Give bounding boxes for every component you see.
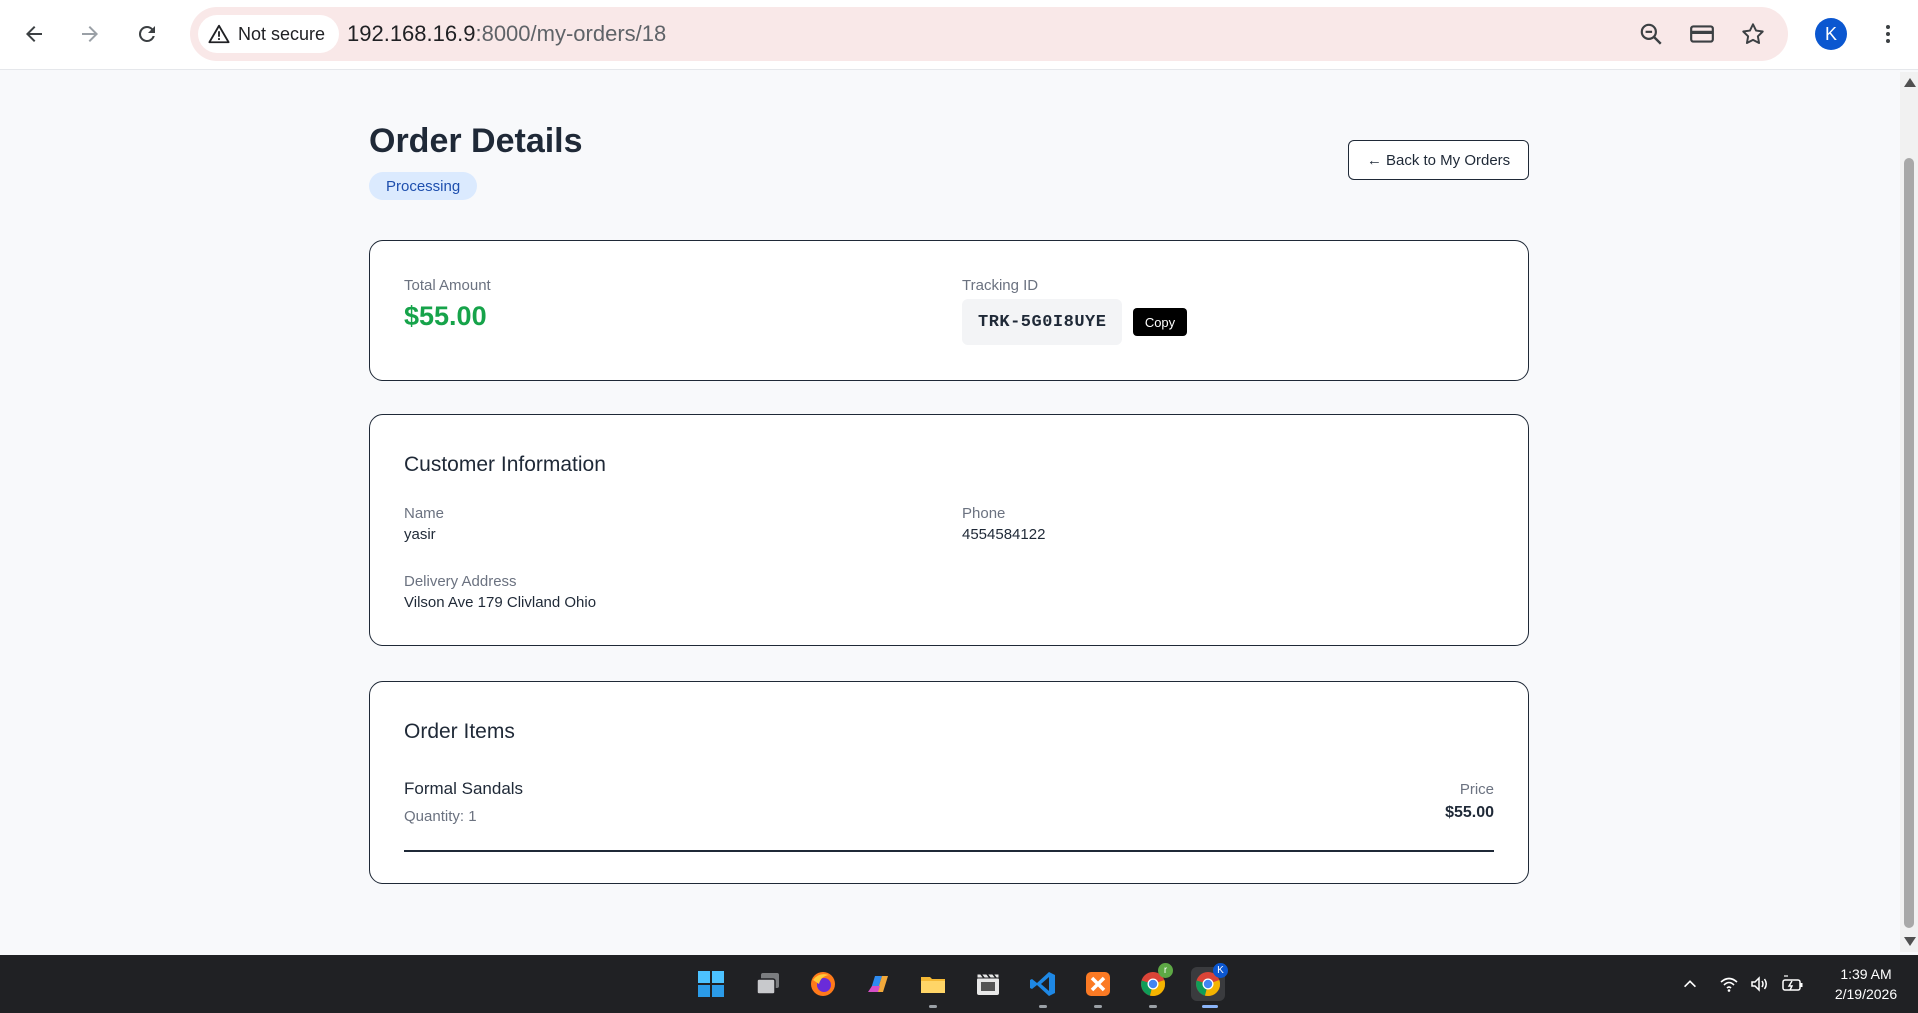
wifi-button[interactable] <box>1719 955 1739 1013</box>
payment-button[interactable] <box>1688 20 1716 48</box>
browser-menu-button[interactable] <box>1872 18 1904 50</box>
page-title: Order Details <box>369 122 583 160</box>
profile-avatar[interactable]: K <box>1815 18 1847 50</box>
battery-button[interactable] <box>1781 955 1805 1013</box>
url-text[interactable]: 192.168.16.9:8000/my-orders/18 <box>347 21 666 47</box>
back-nav-button[interactable] <box>14 14 54 54</box>
scroll-up-arrow-icon[interactable] <box>1904 78 1916 87</box>
forward-nav-button[interactable] <box>70 14 110 54</box>
arrow-right-icon <box>82 26 98 42</box>
xampp-icon[interactable] <box>1081 967 1115 1001</box>
star-icon <box>1742 23 1764 44</box>
customer-section-title: Customer Information <box>404 453 606 476</box>
item-price-value: $55.00 <box>1445 804 1494 821</box>
running-indicator <box>929 1005 937 1008</box>
delivery-address-value: Vilson Ave 179 Clivland Ohio <box>404 594 597 611</box>
video-editor-icon[interactable] <box>971 967 1005 1001</box>
tracking-id-value: TRK-5G0I8UYE <box>962 299 1123 345</box>
clock-time: 1:39 AM <box>1840 966 1892 982</box>
order-items-card: Order Items Formal Sandals Quantity: 1 P… <box>369 681 1529 884</box>
items-section-title: Order Items <box>404 720 515 743</box>
magnifier-icon <box>1640 23 1662 45</box>
chrome-active-icon[interactable]: K <box>1191 963 1228 1001</box>
delivery-address-label: Delivery Address <box>404 573 517 590</box>
chrome-icon[interactable]: r <box>1136 963 1173 1001</box>
item-price-label: Price <box>1459 781 1494 798</box>
clock-date: 2/19/2026 <box>1834 986 1898 1002</box>
firefox-icon[interactable] <box>806 967 840 1001</box>
volume-button[interactable] <box>1749 955 1769 1013</box>
customer-name-label: Name <box>404 505 445 522</box>
address-bar[interactable]: Not secure 192.168.16.9:8000/my-orders/1… <box>190 7 1788 61</box>
reload-button[interactable] <box>127 14 167 54</box>
status-badge: Processing <box>369 172 478 200</box>
order-summary-card: Total Amount $55.00 Tracking ID TRK-5G0I… <box>369 240 1529 381</box>
system-clock[interactable]: 1:39 AM 2/19/2026 <box>1825 964 1907 1004</box>
taskbar: r K 1:39 AM 2/19/2026 <box>0 955 1918 1013</box>
back-to-orders-button[interactable]: ← Back to My Orders <box>1348 140 1529 180</box>
chevron-up-icon <box>1684 980 1696 988</box>
reload-icon <box>138 25 155 42</box>
arrow-left-icon <box>26 26 42 42</box>
copilot-icon[interactable] <box>861 967 895 1001</box>
battery-charging-icon <box>1782 975 1803 991</box>
tray-overflow-button[interactable] <box>1681 955 1699 1013</box>
url-path: :8000/my-orders/18 <box>475 21 667 46</box>
customer-phone-label: Phone <box>962 505 1006 522</box>
page-scrollbar[interactable] <box>1900 72 1918 952</box>
running-indicator <box>1149 1005 1157 1008</box>
bookmark-button[interactable] <box>1739 20 1767 48</box>
more-vertical-icon <box>1886 25 1890 43</box>
scroll-down-arrow-icon[interactable] <box>1904 937 1916 946</box>
chrome-profile-badge: r <box>1158 963 1173 978</box>
customer-phone-value: 4554584122 <box>962 526 1046 543</box>
browser-toolbar: Not secure 192.168.16.9:8000/my-orders/1… <box>0 0 1918 70</box>
credit-card-icon <box>1690 25 1714 43</box>
url-host: 192.168.16.9 <box>347 21 476 46</box>
task-view-icon[interactable] <box>751 967 785 1001</box>
item-quantity: Quantity: 1 <box>404 808 477 825</box>
security-label: Not secure <box>238 23 326 44</box>
vscode-icon[interactable] <box>1026 967 1060 1001</box>
customer-name-value: yasir <box>404 526 436 543</box>
active-indicator <box>1202 1005 1218 1008</box>
zoom-button[interactable] <box>1637 20 1665 48</box>
wifi-icon <box>1720 977 1738 992</box>
tracking-id-label: Tracking ID <box>962 277 1039 294</box>
customer-info-card: Customer Information Name yasir Phone 45… <box>369 414 1529 646</box>
security-chip[interactable]: Not secure <box>198 15 340 53</box>
running-indicator <box>1094 1005 1102 1008</box>
item-name: Formal Sandals <box>404 779 524 798</box>
running-indicator <box>1039 1005 1047 1008</box>
file-explorer-icon[interactable] <box>916 967 950 1001</box>
chrome-profile-badge: K <box>1213 963 1228 978</box>
item-divider <box>404 850 1494 852</box>
windows-start-icon[interactable] <box>694 967 728 1001</box>
total-amount-value: $55.00 <box>404 301 487 331</box>
speaker-icon <box>1751 976 1767 992</box>
total-amount-label: Total Amount <box>404 277 491 294</box>
scroll-thumb[interactable] <box>1904 158 1914 928</box>
copy-tracking-button[interactable]: Copy <box>1133 308 1187 336</box>
warning-icon <box>208 24 230 44</box>
